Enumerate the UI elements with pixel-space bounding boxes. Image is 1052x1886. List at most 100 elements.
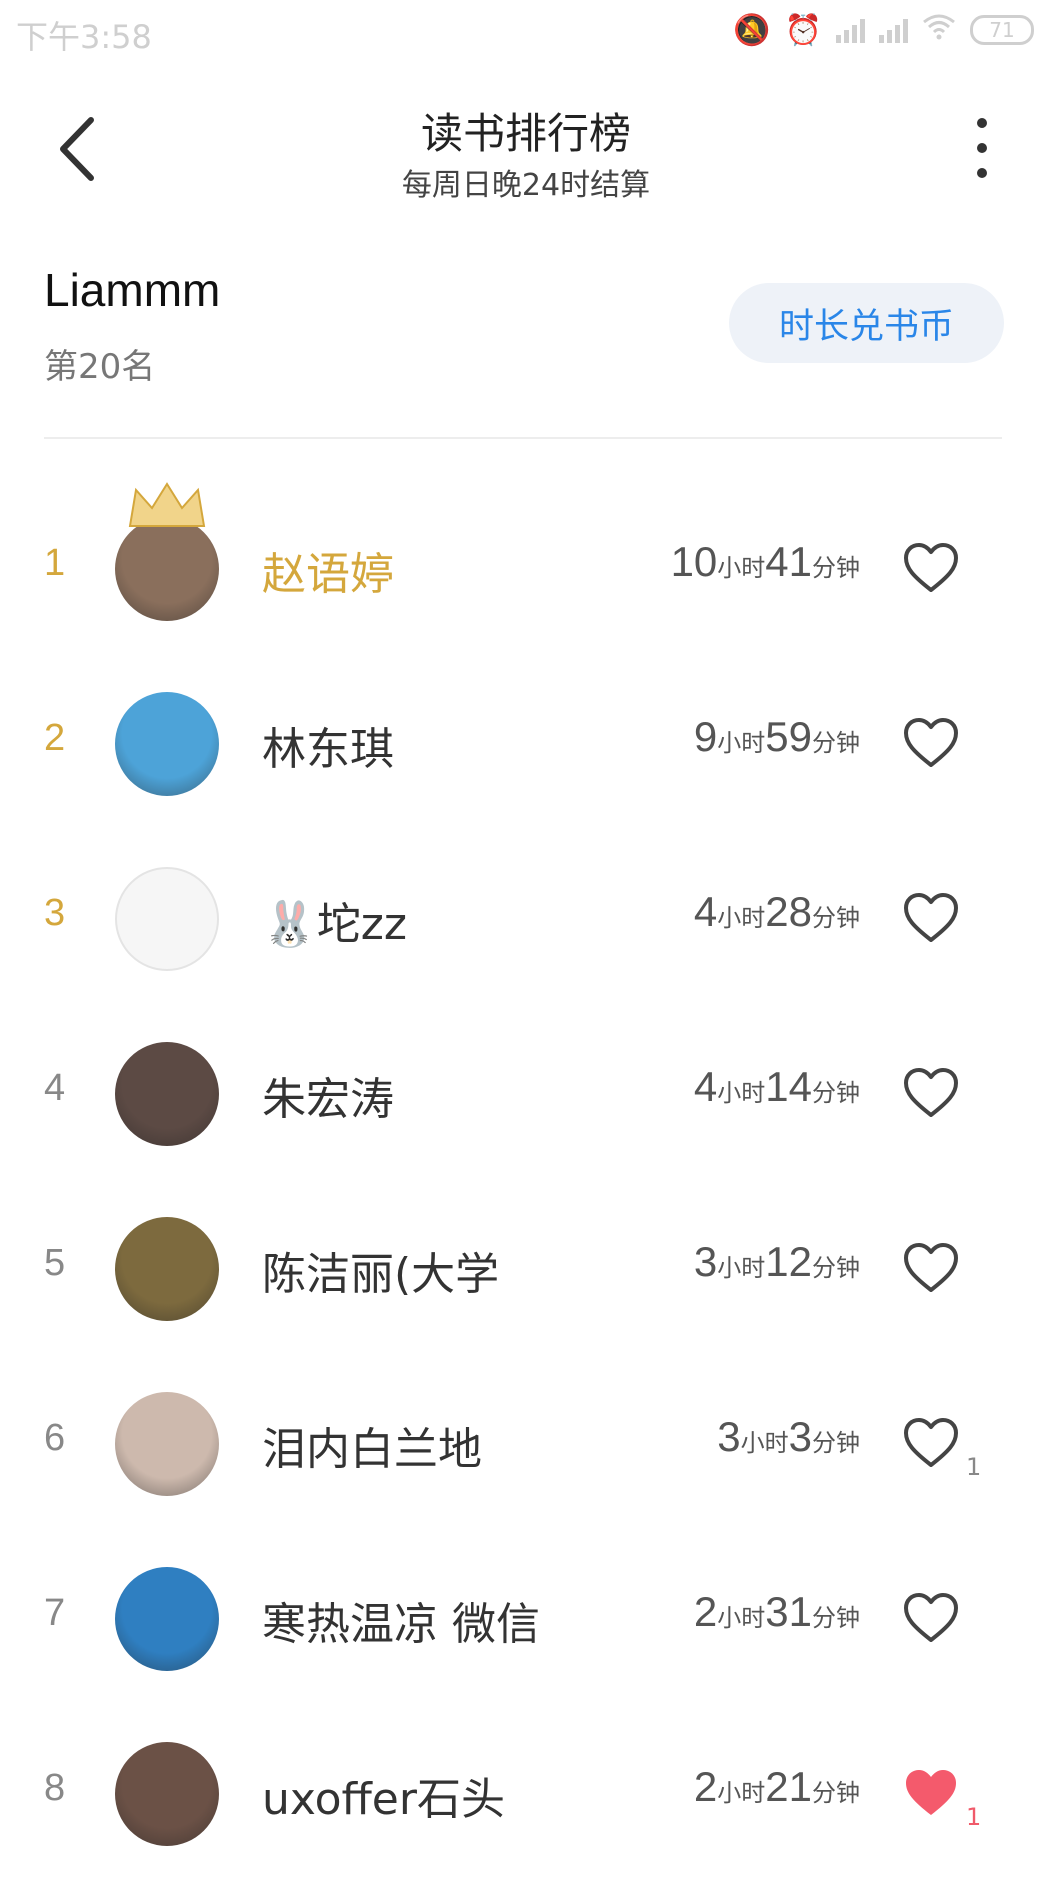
my-rank: 第20名 xyxy=(44,347,156,387)
duration-minutes: 3 xyxy=(788,1413,812,1460)
duration-hours: 4 xyxy=(693,1063,718,1110)
user-name: uxoffer石头 xyxy=(262,1774,505,1825)
user-name: 朱宏涛 xyxy=(262,1074,394,1125)
duration-minutes: 41 xyxy=(765,538,812,585)
rank-number: 7 xyxy=(44,1592,66,1634)
ranking-row[interactable]: 8 uxoffer石头 2小时21分钟 1 xyxy=(0,1705,1052,1880)
reading-duration: 4小时14分钟 xyxy=(694,1063,860,1111)
user-name: 林东琪 xyxy=(262,724,394,775)
like-count: 1 xyxy=(966,1803,982,1831)
reading-duration: 4小时28分钟 xyxy=(694,888,860,936)
hour-unit: 小时 xyxy=(717,1780,766,1807)
rank-number: 2 xyxy=(44,717,66,759)
reading-duration: 10小时41分钟 xyxy=(671,538,860,586)
avatar[interactable] xyxy=(115,1567,219,1671)
reading-duration: 3小时3分钟 xyxy=(717,1413,860,1461)
duration-hours: 3 xyxy=(717,1413,741,1460)
minute-unit: 分钟 xyxy=(812,730,860,757)
mute-icon: 🔕 xyxy=(733,12,771,48)
avatar[interactable] xyxy=(115,1042,219,1146)
wifi-icon xyxy=(922,12,956,48)
rank-number: 4 xyxy=(44,1067,66,1109)
signal-icon xyxy=(836,17,865,43)
duration-hours: 3 xyxy=(693,1238,718,1285)
ranking-row[interactable]: 7 寒热温凉 微信 2小时31分钟 xyxy=(0,1530,1052,1705)
reading-duration: 2小时21分钟 xyxy=(694,1763,860,1811)
minute-unit: 分钟 xyxy=(812,905,860,932)
duration-hours: 10 xyxy=(670,538,718,585)
app-header: 读书排行榜 每周日晚24时结算 xyxy=(0,62,1052,212)
status-bar: 下午3:58 🔕 ⏰ 71 xyxy=(0,0,1052,62)
status-time: 下午3:58 xyxy=(16,18,152,56)
duration-minutes: 21 xyxy=(765,1763,812,1810)
avatar[interactable] xyxy=(115,867,219,971)
hour-unit: 小时 xyxy=(717,1080,766,1107)
duration-hours: 2 xyxy=(693,1588,718,1635)
divider xyxy=(44,437,1002,439)
duration-minutes: 31 xyxy=(765,1588,812,1635)
reading-duration: 3小时12分钟 xyxy=(694,1238,860,1286)
alarm-icon: ⏰ xyxy=(784,12,822,48)
rank-number: 1 xyxy=(44,542,66,584)
avatar[interactable] xyxy=(115,1392,219,1496)
heart-icon[interactable] xyxy=(903,542,959,594)
ranking-row[interactable]: 2 林东琪 9小时59分钟 xyxy=(0,655,1052,830)
duration-hours: 4 xyxy=(693,888,718,935)
avatar[interactable] xyxy=(115,1742,219,1846)
minute-unit: 分钟 xyxy=(812,555,860,582)
heart-icon[interactable] xyxy=(903,717,959,769)
rank-number: 8 xyxy=(44,1767,66,1809)
signal-icon xyxy=(879,17,908,43)
heart-icon[interactable] xyxy=(903,1242,959,1294)
hour-unit: 小时 xyxy=(717,905,766,932)
minute-unit: 分钟 xyxy=(812,1780,860,1807)
more-vertical-icon xyxy=(977,118,987,128)
ranking-row[interactable]: 4 朱宏涛 4小时14分钟 xyxy=(0,1005,1052,1180)
duration-minutes: 14 xyxy=(765,1063,812,1110)
heart-icon[interactable] xyxy=(903,1417,959,1469)
rank-number: 5 xyxy=(44,1242,66,1284)
avatar[interactable] xyxy=(115,692,219,796)
like-count: 1 xyxy=(966,1453,982,1481)
duration-minutes: 59 xyxy=(765,713,812,760)
duration-hours: 9 xyxy=(693,713,718,760)
crown-icon xyxy=(128,482,206,527)
more-button[interactable] xyxy=(972,118,992,178)
hour-unit: 小时 xyxy=(740,1430,789,1457)
user-name: 寒热温凉 微信 xyxy=(262,1599,540,1650)
hour-unit: 小时 xyxy=(717,555,766,582)
reading-duration: 9小时59分钟 xyxy=(694,713,860,761)
heart-icon[interactable] xyxy=(903,892,959,944)
hour-unit: 小时 xyxy=(717,730,766,757)
ranking-row[interactable]: 6 泪内白兰地 3小时3分钟 1 xyxy=(0,1355,1052,1530)
heart-icon[interactable] xyxy=(903,1592,959,1644)
exchange-coins-button[interactable]: 时长兑书币 xyxy=(729,283,1004,363)
minute-unit: 分钟 xyxy=(812,1430,860,1457)
page-title: 读书排行榜 xyxy=(420,109,631,158)
reading-duration: 2小时31分钟 xyxy=(694,1588,860,1636)
page-subtitle: 每周日晚24时结算 xyxy=(401,168,651,203)
my-rank-card: Liammm 第20名 时长兑书币 xyxy=(44,255,1004,387)
avatar[interactable] xyxy=(115,517,219,621)
user-name: 陈洁丽(大学 xyxy=(262,1249,500,1300)
duration-minutes: 12 xyxy=(765,1238,812,1285)
user-name: 🐰坨zz xyxy=(262,899,407,950)
hour-unit: 小时 xyxy=(717,1605,766,1632)
rank-number: 6 xyxy=(44,1417,66,1459)
avatar[interactable] xyxy=(115,1217,219,1321)
ranking-row[interactable]: 3 🐰坨zz 4小时28分钟 xyxy=(0,830,1052,1005)
minute-unit: 分钟 xyxy=(812,1605,860,1632)
rank-number: 3 xyxy=(44,892,66,934)
status-icons: 🔕 ⏰ 71 xyxy=(733,10,1034,50)
hour-unit: 小时 xyxy=(717,1255,766,1282)
heart-icon[interactable] xyxy=(903,1067,959,1119)
ranking-row[interactable]: 1 赵语婷 10小时41分钟 xyxy=(0,480,1052,655)
ranking-row[interactable]: 5 陈洁丽(大学 3小时12分钟 xyxy=(0,1180,1052,1355)
minute-unit: 分钟 xyxy=(812,1080,860,1107)
user-name: 泪内白兰地 xyxy=(262,1424,482,1475)
duration-minutes: 28 xyxy=(765,888,812,935)
battery-icon: 71 xyxy=(970,15,1034,45)
heart-icon[interactable] xyxy=(903,1767,959,1819)
minute-unit: 分钟 xyxy=(812,1255,860,1282)
user-name: 赵语婷 xyxy=(262,549,394,600)
